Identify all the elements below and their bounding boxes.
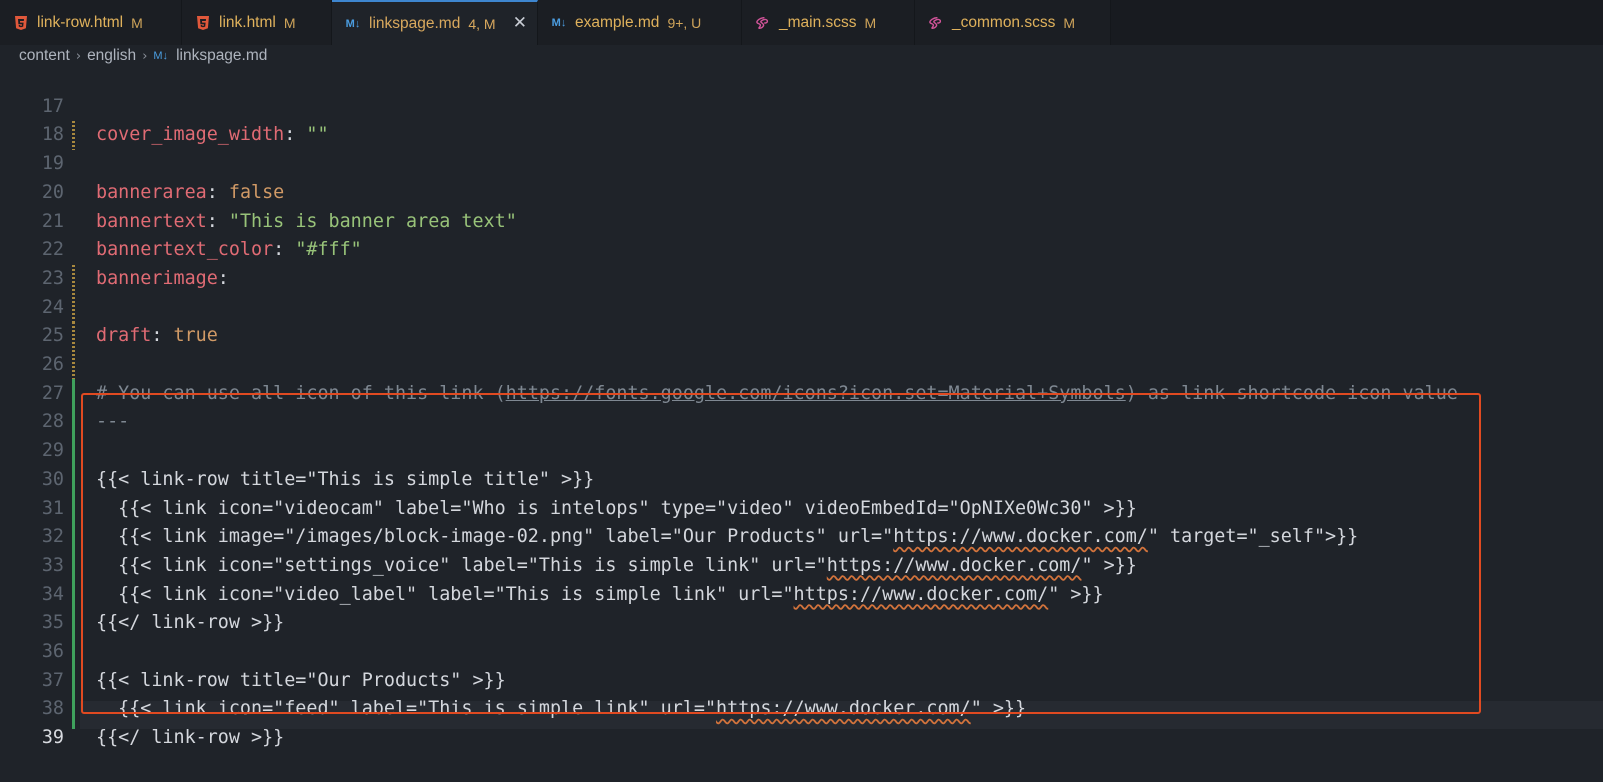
chevron-right-icon: ›: [75, 48, 82, 64]
code-line: 17 cover_image_width: "": [0, 64, 1603, 146]
tab-badge: M: [131, 14, 143, 31]
breadcrumb-file[interactable]: linkspage.md: [176, 47, 267, 65]
code-line: 29 {{< link-row title="This is simple ti…: [0, 408, 1603, 490]
markdown-icon: M↓: [551, 16, 567, 29]
tab-badge: 9+, U: [667, 14, 702, 31]
tab-badge: 4, M: [468, 15, 496, 32]
code-line: 18: [0, 93, 1603, 145]
tab-badge: M: [283, 14, 296, 31]
tab-example-md[interactable]: M↓ example.md 9+, U: [538, 0, 742, 45]
chevron-right-icon: ›: [142, 48, 148, 64]
line-number: 39: [41, 727, 64, 749]
breadcrumb-english[interactable]: english: [87, 47, 136, 65]
code-line: 33 {{< link icon="video_label" label="Th…: [0, 523, 1603, 605]
code-line: 23: [0, 236, 1603, 289]
tab-badge: M: [864, 14, 877, 31]
html5-icon: [14, 15, 28, 31]
tab-label: link-row.html: [37, 13, 124, 31]
tab-label: link.html: [219, 13, 276, 31]
code-line: 38 {{</ link-row >}}: [0, 667, 1603, 748]
sass-icon: [756, 15, 770, 31]
tab-label: example.md: [575, 13, 660, 31]
tab-label: linkspage.md: [369, 14, 461, 32]
code-line: 25: [0, 294, 1603, 346]
tab-main-scss[interactable]: _main.scss M: [742, 0, 915, 45]
code-line: 21 bannertext_color: "#fff": [0, 179, 1603, 261]
code-line: 28: [0, 380, 1603, 432]
code-line: 32 {{< link icon="settings_voice" label=…: [0, 495, 1603, 576]
code-line: 26 # You can use all icon of this link (…: [0, 322, 1603, 404]
code-line: 27 ---: [0, 351, 1603, 433]
code-line: 39: [0, 695, 1603, 748]
code-line: 19 bannerarea: false: [0, 121, 1603, 203]
code-line: 24 draft: true: [0, 265, 1603, 347]
close-icon[interactable]: ✕: [513, 13, 527, 33]
breadcrumb-content[interactable]: content: [19, 47, 70, 65]
markdown-icon: M↓: [153, 50, 169, 62]
code-line: 34 {{</ link-row >}}: [0, 552, 1603, 634]
tab-label: _common.scss: [952, 13, 1056, 31]
code-line: 20 bannertext: "This is banner area text…: [0, 150, 1603, 232]
tab-label: _main.scss: [779, 13, 857, 31]
shortcode-text: {{</ link-row >}}: [96, 727, 285, 749]
tab-badge: M: [1063, 14, 1076, 31]
tab-link-row-html[interactable]: link-row.html M: [0, 0, 182, 45]
code-line: 31 {{< link image="/images/block-image-0…: [0, 466, 1603, 548]
code-line: 30 {{< link icon="videocam" label="Who i…: [0, 437, 1603, 519]
code-editor[interactable]: 17 cover_image_width: "" 18 19 bannerare…: [0, 66, 1603, 759]
tab-link-html[interactable]: link.html M: [182, 0, 332, 45]
code-line: 37 {{< link icon="feed" label="This is s…: [0, 638, 1603, 720]
code-line: 35: [0, 581, 1603, 633]
tab-common-scss[interactable]: _common.scss M: [915, 0, 1111, 45]
markdown-icon: M↓: [345, 17, 361, 30]
code-line: 22 bannerimage:: [0, 208, 1603, 289]
tab-linkspage-md[interactable]: M↓ linkspage.md 4, M ✕: [332, 0, 538, 45]
html5-icon: [196, 15, 210, 31]
sass-icon: [929, 15, 943, 31]
code-line: 36 {{< link-row title="Our Products" >}}: [0, 609, 1603, 691]
tab-bar: link-row.html M link.html M M↓ linkspage…: [0, 0, 1603, 45]
